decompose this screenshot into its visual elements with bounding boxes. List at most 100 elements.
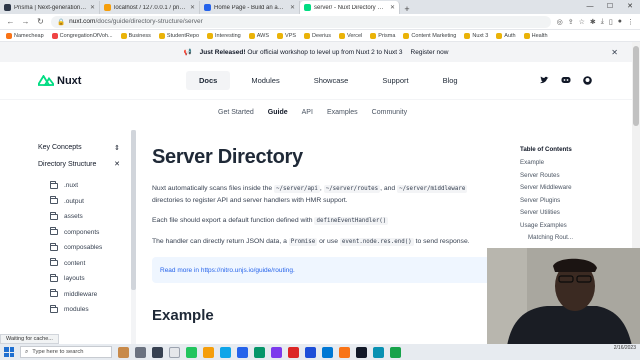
reload-icon[interactable]: ↻: [36, 17, 45, 26]
subnav-guide[interactable]: Guide: [268, 109, 288, 116]
nav-support[interactable]: Support: [369, 71, 421, 90]
task-view-icon[interactable]: [135, 346, 146, 358]
folder-icon: [248, 32, 255, 39]
excel-icon[interactable]: [254, 346, 265, 358]
bookmark-folder[interactable]: VPS: [277, 32, 296, 39]
sidebar-item-layouts[interactable]: layouts: [38, 271, 120, 287]
back-icon[interactable]: ←: [6, 17, 15, 26]
register-now-link[interactable]: Register now: [411, 49, 449, 56]
nav-modules[interactable]: Modules: [238, 71, 292, 90]
new-tab-icon[interactable]: +: [400, 4, 414, 14]
toc-sub-item[interactable]: Matching Rout...: [520, 234, 590, 247]
sidebar-item-modules[interactable]: modules: [38, 302, 120, 318]
taskbar-clock[interactable]: 2/16/2023: [614, 344, 636, 352]
subnav-api[interactable]: API: [302, 109, 313, 116]
google-lens-icon[interactable]: ◎: [557, 18, 563, 26]
profile-avatar-icon[interactable]: ●: [618, 18, 622, 26]
bookmark-folder[interactable]: Content Marketing: [403, 32, 456, 39]
powerpoint-icon[interactable]: [288, 346, 299, 358]
github-icon[interactable]: [583, 76, 592, 85]
taskbar-search-input[interactable]: ⌕ Type here to search: [20, 346, 112, 358]
sidebar-section-directory-structure[interactable]: Directory Structure ✕: [38, 160, 120, 170]
sidebar-item-middleware[interactable]: middleware: [38, 287, 120, 303]
vscode-icon[interactable]: [322, 346, 333, 358]
extensions-icon[interactable]: ✱: [590, 18, 596, 26]
bookmark-folder[interactable]: Interesting: [207, 32, 241, 39]
nav-docs[interactable]: Docs: [186, 71, 231, 90]
sidebar-item-composables[interactable]: composables: [38, 240, 120, 256]
subnav-get-started[interactable]: Get Started: [218, 109, 254, 116]
bookmark-folder[interactable]: AWS: [248, 32, 269, 39]
toc-item[interactable]: Server Utilities: [520, 209, 590, 222]
sidebar-scrollbar-thumb[interactable]: [131, 130, 136, 290]
sidebar-item-assets[interactable]: assets: [38, 209, 120, 225]
close-tab-icon[interactable]: ✕: [190, 4, 195, 11]
url-field[interactable]: 🔒 nuxt.com/docs/guide/directory-structur…: [51, 15, 551, 28]
outlook-icon[interactable]: [237, 346, 248, 358]
share-icon[interactable]: ⇪: [568, 18, 574, 26]
twitter-icon[interactable]: [540, 76, 549, 84]
bookmark-folder[interactable]: Vercel: [339, 32, 362, 39]
sidebar-scrollbar[interactable]: [131, 130, 136, 345]
chrome-icon[interactable]: [186, 346, 197, 358]
windows-start-icon[interactable]: [4, 347, 14, 357]
maximize-icon[interactable]: ☐: [600, 0, 620, 14]
bookmark-folder[interactable]: StudentRepo: [158, 32, 199, 39]
nuxt-favicon-icon: [304, 4, 311, 11]
circle-app-icon[interactable]: [152, 346, 163, 358]
subnav-community[interactable]: Community: [372, 109, 407, 116]
bookmark-item[interactable]: Namecheap: [6, 32, 44, 39]
toc-item[interactable]: Usage Examples: [520, 222, 590, 235]
close-tab-icon[interactable]: ✕: [90, 4, 95, 11]
minimize-icon[interactable]: —: [580, 0, 600, 14]
onenote-icon[interactable]: [271, 346, 282, 358]
word-icon[interactable]: [305, 346, 316, 358]
bookmark-folder[interactable]: Auth: [496, 32, 516, 39]
toc-item[interactable]: Server Routes: [520, 172, 590, 185]
terminal-icon[interactable]: [356, 346, 367, 358]
file-explorer-icon[interactable]: [203, 346, 214, 358]
nav-showcase[interactable]: Showcase: [301, 71, 362, 90]
tab-nuxt-server[interactable]: server/ - Nuxt Directory Structure ✕: [300, 1, 400, 14]
nav-blog[interactable]: Blog: [430, 71, 471, 90]
download-icon[interactable]: ⤓: [601, 18, 604, 26]
tab-home-page[interactable]: Home Page - Build an amazing ✕: [200, 1, 300, 14]
toc-item[interactable]: Server Plugins: [520, 197, 590, 210]
sidebar-item-components[interactable]: components: [38, 225, 120, 241]
discord-icon[interactable]: [561, 76, 571, 84]
tab-prisma[interactable]: Prisma | Next-generation ORM f ✕: [0, 1, 100, 14]
app-icon[interactable]: [339, 346, 350, 358]
app-icon[interactable]: [169, 346, 180, 358]
weather-widget-icon[interactable]: [118, 346, 129, 358]
bookmark-star-icon[interactable]: ☆: [579, 18, 585, 26]
app-icon[interactable]: [390, 346, 401, 358]
sidebar-section-key-concepts[interactable]: Key Concepts ⇕: [38, 144, 120, 152]
menu-kebab-icon[interactable]: ⋮: [627, 18, 634, 26]
page-scrollbar-thumb[interactable]: [633, 46, 639, 126]
read-more-link[interactable]: Read more in https://nitro.unjs.io/guide…: [160, 267, 295, 274]
subnav-examples[interactable]: Examples: [327, 109, 358, 116]
sidebar-item-content[interactable]: content: [38, 256, 120, 272]
bookmark-folder[interactable]: Business: [120, 32, 151, 39]
sidepanel-icon[interactable]: ▯: [609, 18, 613, 26]
forward-icon[interactable]: →: [21, 17, 30, 26]
toc-item[interactable]: Server Middleware: [520, 184, 590, 197]
edge-icon[interactable]: [220, 346, 231, 358]
tab-localhost[interactable]: localhost / 127.0.0.1 / prisma / u ✕: [100, 1, 200, 14]
toc-item[interactable]: Example: [520, 159, 590, 172]
code-server-middleware: ~/server/middleware: [397, 185, 468, 193]
sidebar-item-nuxt[interactable]: .nuxt: [38, 178, 120, 194]
read-more-callout[interactable]: Read more in https://nitro.unjs.io/guide…: [152, 257, 492, 283]
bookmark-folder[interactable]: Deerius: [304, 32, 331, 39]
close-tab-icon[interactable]: ✕: [290, 4, 295, 11]
close-tab-icon[interactable]: ✕: [390, 4, 395, 11]
bookmark-item[interactable]: CongregationOfVoh...: [51, 32, 113, 39]
bookmark-folder[interactable]: Prisma: [370, 32, 395, 39]
close-banner-icon[interactable]: ✕: [611, 48, 618, 57]
bookmark-folder[interactable]: Health: [523, 32, 548, 39]
app-icon[interactable]: [373, 346, 384, 358]
bookmark-folder[interactable]: Nuxt 3: [464, 32, 488, 39]
nuxt-logo[interactable]: Nuxt: [38, 75, 81, 87]
sidebar-item-output[interactable]: .output: [38, 194, 120, 210]
close-window-icon[interactable]: ✕: [620, 0, 640, 14]
